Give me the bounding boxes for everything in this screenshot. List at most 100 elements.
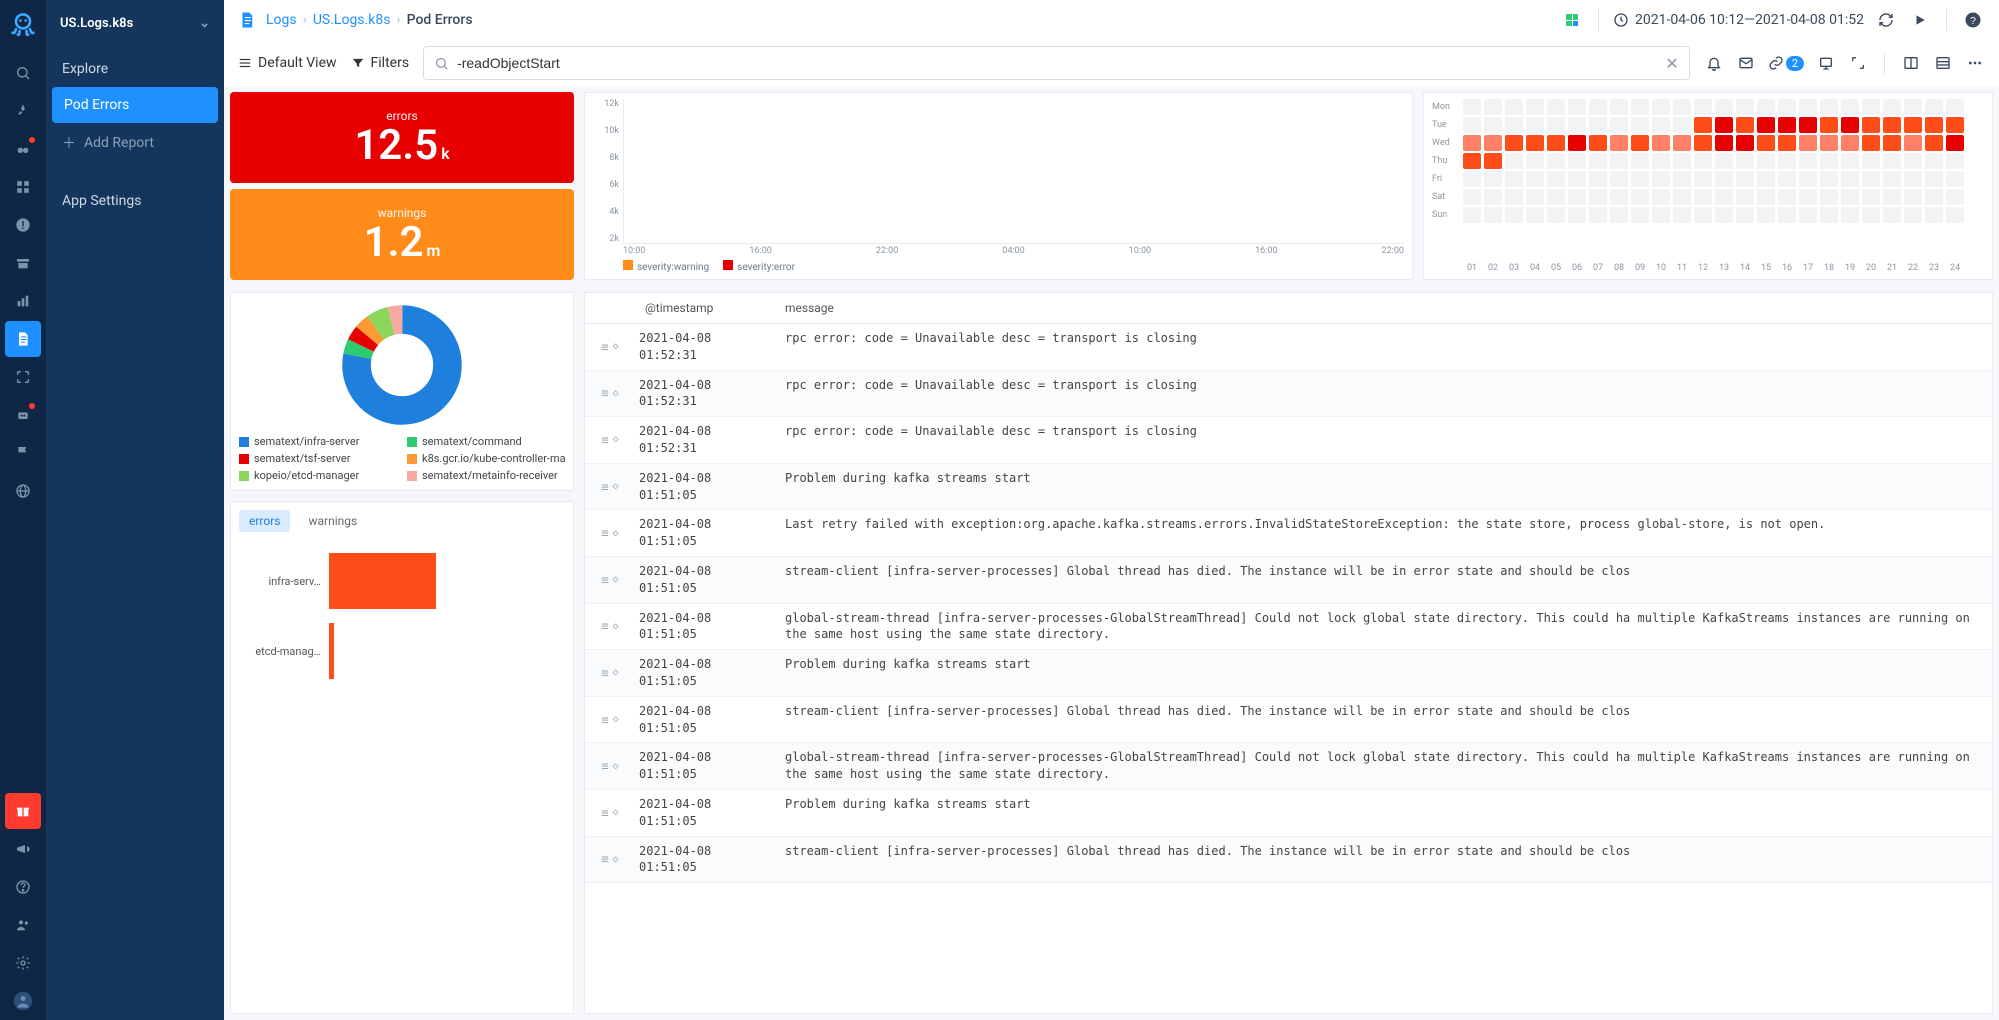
list-view-icon[interactable] bbox=[1933, 53, 1953, 73]
sidebar-item-app-settings[interactable]: App Settings bbox=[46, 183, 224, 219]
drag-icon[interactable]: ≡ bbox=[601, 806, 608, 820]
table-row[interactable]: ≡◇ 2021-04-0801:51:05 stream-client [inf… bbox=[585, 697, 1992, 744]
drag-icon[interactable]: ≡ bbox=[601, 759, 608, 773]
clear-icon[interactable]: ✕ bbox=[1665, 54, 1678, 73]
table-row[interactable]: ≡◇ 2021-04-0801:51:05 global-stream-thre… bbox=[585, 743, 1992, 790]
expand-icon[interactable] bbox=[1848, 53, 1868, 73]
time-range-picker[interactable]: 2021-04-06 10:12—2021-04-08 01:52 bbox=[1613, 12, 1864, 28]
drag-icon[interactable]: ≡ bbox=[601, 666, 608, 680]
table-row[interactable]: ≡◇ 2021-04-0801:52:31 rpc error: code = … bbox=[585, 417, 1992, 464]
expand-row-icon[interactable]: ◇ bbox=[613, 854, 619, 865]
search-input[interactable] bbox=[457, 55, 1657, 71]
expand-row-icon[interactable]: ◇ bbox=[613, 434, 619, 445]
table-row[interactable]: ≡◇ 2021-04-0801:52:31 rpc error: code = … bbox=[585, 371, 1992, 418]
expand-row-icon[interactable]: ◇ bbox=[613, 388, 619, 399]
crumb-logs[interactable]: Logs bbox=[266, 12, 297, 28]
crumb-app[interactable]: US.Logs.k8s bbox=[313, 12, 391, 28]
tab-warnings[interactable]: warnings bbox=[298, 510, 367, 532]
main: Logs › US.Logs.k8s › Pod Errors 2021-04-… bbox=[224, 0, 1999, 1020]
gift-icon[interactable] bbox=[5, 793, 41, 829]
expand-row-icon[interactable]: ◇ bbox=[613, 807, 619, 818]
expand-row-icon[interactable]: ◇ bbox=[613, 528, 619, 539]
expand-row-icon[interactable]: ◇ bbox=[613, 667, 619, 678]
fullscreen-icon[interactable] bbox=[5, 359, 41, 395]
brand-logo[interactable] bbox=[7, 8, 39, 40]
expand-row-icon[interactable]: ◇ bbox=[613, 621, 619, 632]
kpi-errors[interactable]: errors 12.5k bbox=[230, 92, 574, 183]
flag-icon[interactable] bbox=[5, 435, 41, 471]
drag-icon[interactable]: ≡ bbox=[601, 713, 608, 727]
drag-icon[interactable]: ≡ bbox=[601, 526, 608, 540]
refresh-icon[interactable] bbox=[1874, 8, 1898, 32]
barchart-icon[interactable] bbox=[5, 283, 41, 319]
filters-button[interactable]: Filters bbox=[351, 55, 410, 71]
chevron-down-icon: ⌄ bbox=[199, 16, 210, 31]
kpi-warnings[interactable]: warnings 1.2m bbox=[230, 189, 574, 280]
apps-icon[interactable] bbox=[5, 169, 41, 205]
project-name: US.Logs.k8s bbox=[60, 16, 133, 31]
plus-icon: ＋ bbox=[62, 133, 76, 153]
sidebar-item-add-report[interactable]: ＋Add Report bbox=[46, 123, 224, 163]
donut-chart[interactable]: sematext/infra-serversematext/commandsem… bbox=[230, 292, 574, 491]
crumb-current: Pod Errors bbox=[407, 12, 473, 28]
kpi-errors-label: errors bbox=[386, 109, 417, 123]
table-row[interactable]: ≡◇ 2021-04-0801:51:05 Problem during kaf… bbox=[585, 790, 1992, 837]
globe-icon[interactable] bbox=[5, 473, 41, 509]
rocket-icon[interactable] bbox=[5, 93, 41, 129]
sidebar-item-explore[interactable]: Explore bbox=[46, 51, 224, 87]
col-timestamp[interactable]: @timestamp bbox=[585, 293, 775, 323]
expand-row-icon[interactable]: ◇ bbox=[613, 341, 619, 352]
drag-icon[interactable]: ≡ bbox=[601, 619, 608, 633]
table-row[interactable]: ≡◇ 2021-04-0801:51:05 Problem during kaf… bbox=[585, 650, 1992, 697]
bell-icon[interactable] bbox=[1704, 53, 1724, 73]
table-row[interactable]: ≡◇ 2021-04-0801:51:05 global-stream-thre… bbox=[585, 604, 1992, 651]
play-icon[interactable] bbox=[1908, 8, 1932, 32]
settings-icon[interactable] bbox=[5, 945, 41, 981]
tab-errors[interactable]: errors bbox=[239, 510, 290, 532]
help-icon[interactable] bbox=[5, 869, 41, 905]
icon-rail bbox=[0, 0, 46, 1020]
search-icon bbox=[434, 56, 449, 71]
table-row[interactable]: ≡◇ 2021-04-0801:52:31 rpc error: code = … bbox=[585, 324, 1992, 371]
table-row[interactable]: ≡◇ 2021-04-0801:51:05 stream-client [inf… bbox=[585, 557, 1992, 604]
col-message[interactable]: message bbox=[775, 293, 1992, 323]
more-icon[interactable] bbox=[1965, 53, 1985, 73]
table-row[interactable]: ≡◇ 2021-04-0801:51:05 Problem during kaf… bbox=[585, 464, 1992, 511]
avatar-icon[interactable] bbox=[5, 983, 41, 1019]
binoculars-icon[interactable] bbox=[5, 131, 41, 167]
drag-icon[interactable]: ≡ bbox=[601, 433, 608, 447]
drag-icon[interactable]: ≡ bbox=[601, 573, 608, 587]
expand-row-icon[interactable]: ◇ bbox=[613, 761, 619, 772]
table-row[interactable]: ≡◇ 2021-04-0801:51:05 Last retry failed … bbox=[585, 510, 1992, 557]
sidebar-item-pod-errors[interactable]: Pod Errors bbox=[52, 87, 218, 123]
topbar: Logs › US.Logs.k8s › Pod Errors 2021-04-… bbox=[224, 0, 1999, 40]
help-top-icon[interactable]: ? bbox=[1961, 8, 1985, 32]
mail-icon[interactable] bbox=[1736, 53, 1756, 73]
project-selector[interactable]: US.Logs.k8s ⌄ bbox=[46, 10, 224, 47]
severity-bar-chart[interactable]: 12k10k8k6k4k2k 10:0016:0022:0004:0010:00… bbox=[584, 92, 1413, 280]
heatmap-chart[interactable]: MonTueWedThuFriSatSun 010203040506070809… bbox=[1423, 92, 1993, 280]
download-icon[interactable] bbox=[1816, 53, 1836, 73]
drag-icon[interactable]: ≡ bbox=[601, 340, 608, 354]
drag-icon[interactable]: ≡ bbox=[601, 852, 608, 866]
archive-icon[interactable] bbox=[5, 245, 41, 281]
logs-icon[interactable] bbox=[5, 321, 41, 357]
expand-row-icon[interactable]: ◇ bbox=[613, 574, 619, 585]
app-switcher-icon[interactable] bbox=[1560, 8, 1584, 32]
team-icon[interactable] bbox=[5, 907, 41, 943]
table-row[interactable]: ≡◇ 2021-04-0801:51:05 stream-client [inf… bbox=[585, 837, 1992, 884]
search-icon[interactable] bbox=[5, 55, 41, 91]
expand-row-icon[interactable]: ◇ bbox=[613, 481, 619, 492]
split-icon[interactable] bbox=[1901, 53, 1921, 73]
robot-icon[interactable] bbox=[5, 397, 41, 433]
drag-icon[interactable]: ≡ bbox=[601, 480, 608, 494]
hbar-chart[interactable]: errorswarnings infra-serv…etcd-manag… bbox=[230, 501, 574, 1014]
toolbar: Default View Filters ✕ 2 bbox=[224, 40, 1999, 86]
megaphone-icon[interactable] bbox=[5, 831, 41, 867]
expand-row-icon[interactable]: ◇ bbox=[613, 714, 619, 725]
alert-icon[interactable] bbox=[5, 207, 41, 243]
content-grid: errors 12.5k warnings 1.2m 12k10k8k6k4k2… bbox=[224, 86, 1999, 1020]
default-view-button[interactable]: Default View bbox=[238, 55, 337, 71]
link-icon[interactable]: 2 bbox=[1768, 53, 1804, 73]
drag-icon[interactable]: ≡ bbox=[601, 386, 608, 400]
